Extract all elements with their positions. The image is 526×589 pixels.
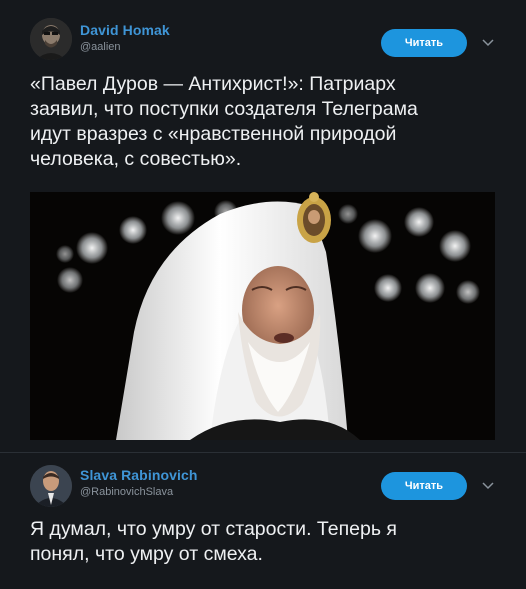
portrait-photo-image <box>30 192 495 440</box>
tweet-text: «Павел Дуров — Антихрист!»: Патриарх зая… <box>30 73 418 170</box>
follow-button[interactable]: Читать <box>381 472 467 500</box>
chevron-down-icon[interactable] <box>480 35 496 51</box>
avatar[interactable] <box>30 18 72 60</box>
tweet: Slava Rabinovich @RabinovichSlava Читать… <box>0 452 526 589</box>
author-handle[interactable]: @RabinovichSlava <box>80 486 173 498</box>
follow-button[interactable]: Читать <box>381 29 467 57</box>
chevron-down-icon[interactable] <box>480 478 496 494</box>
author-name[interactable]: Slava Rabinovich <box>80 467 198 483</box>
author-name[interactable]: David Homak <box>80 22 170 38</box>
tweet-photo[interactable] <box>30 192 495 440</box>
author-handle[interactable]: @aalien <box>80 41 121 53</box>
avatar[interactable] <box>30 465 72 507</box>
tweet: David Homak @aalien Читать «Павел Дуров … <box>0 0 526 452</box>
avatar-image <box>30 465 72 507</box>
tweet-text: Я думал, что умру от старости. Теперь я … <box>30 518 397 565</box>
avatar-image <box>30 18 72 60</box>
